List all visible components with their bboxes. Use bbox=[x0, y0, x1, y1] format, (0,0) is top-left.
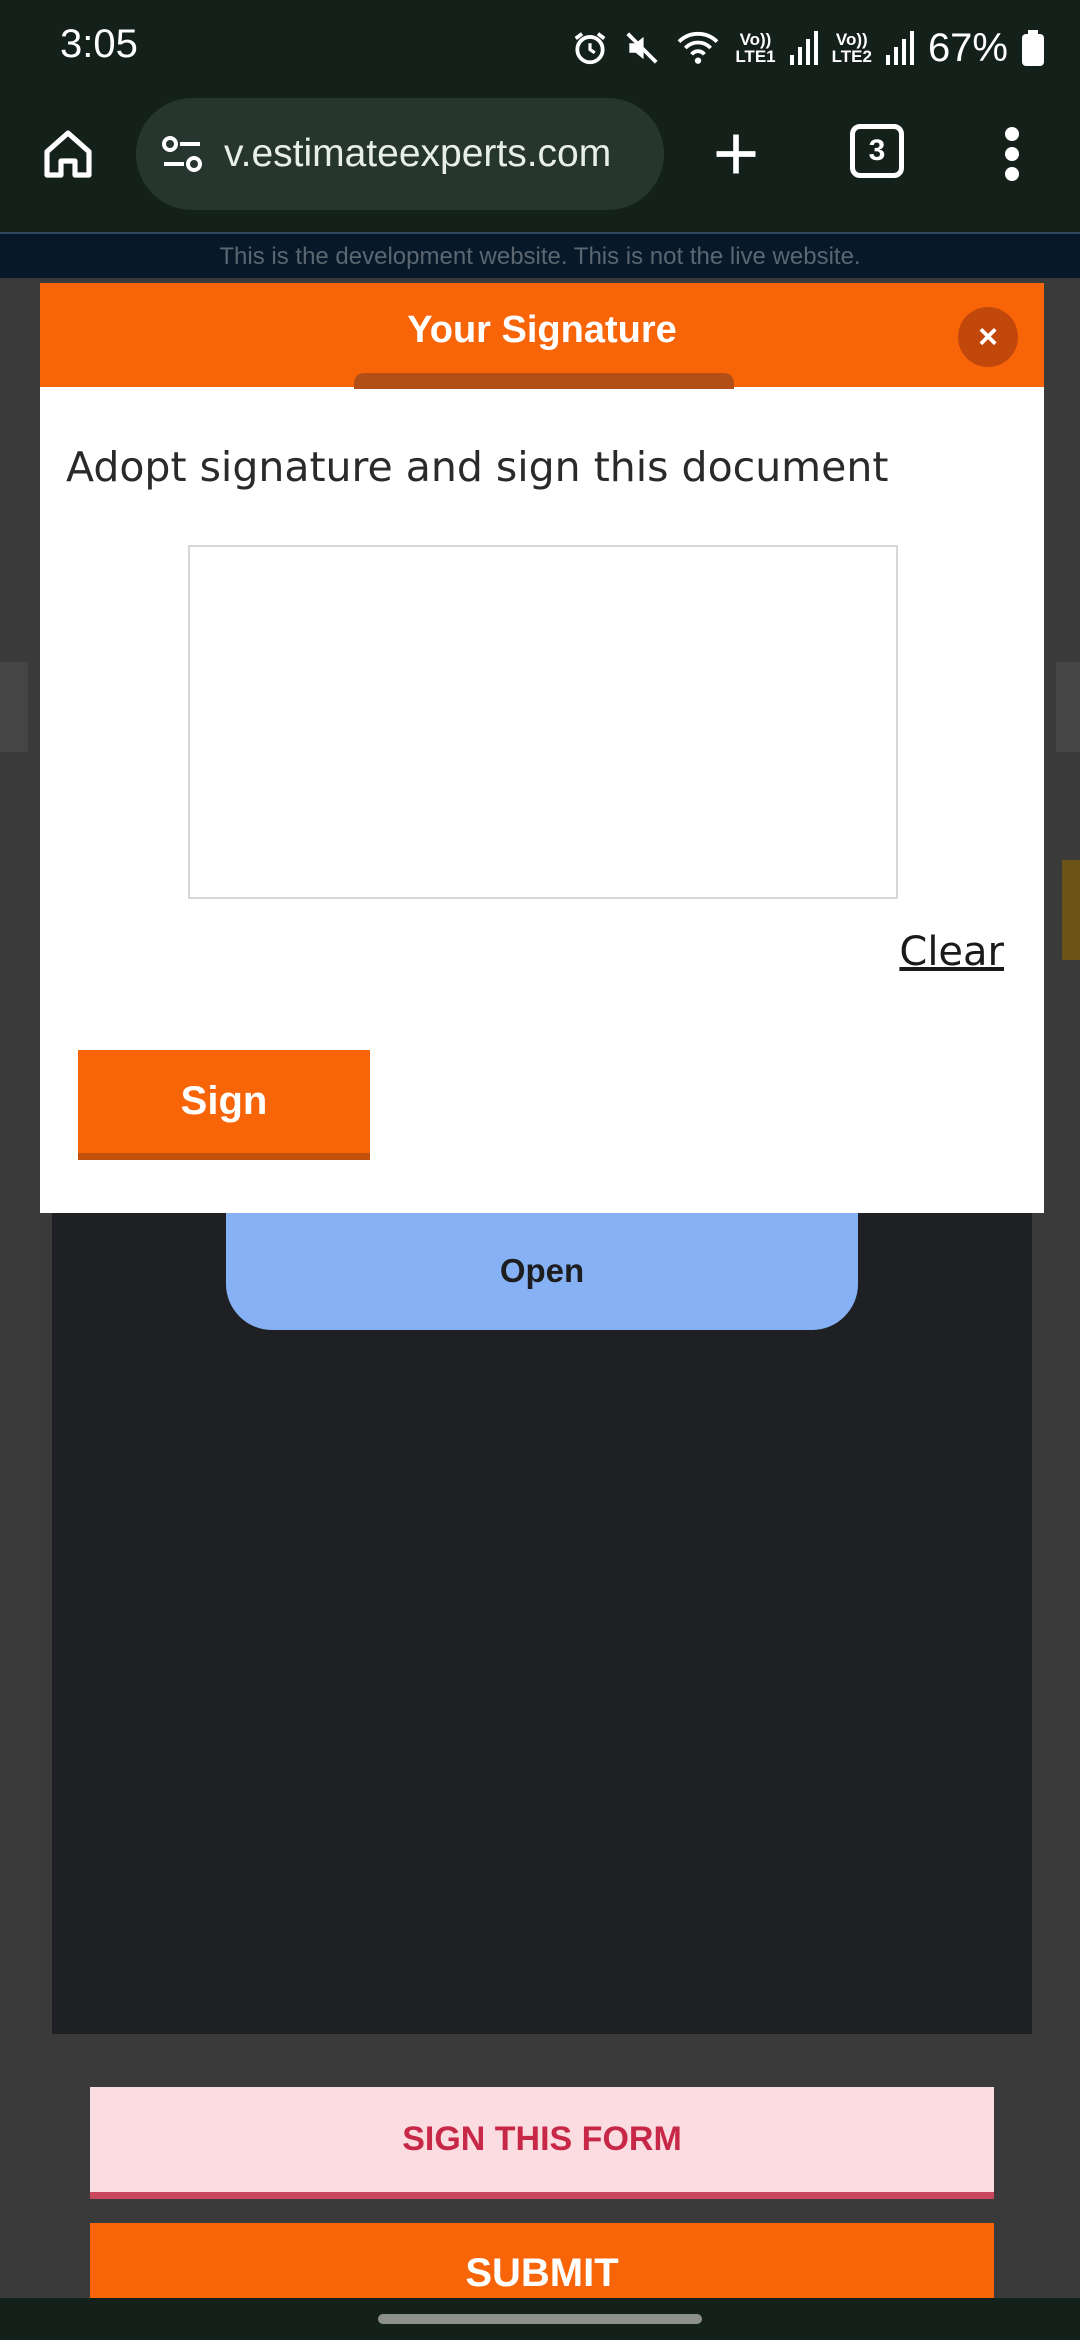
url-text: v.estimateexperts.com bbox=[224, 132, 612, 175]
status-bar: 3:05 Vo)) LTE1 Vo)) LTE2 67% bbox=[0, 0, 1080, 96]
sim1-label-top: Vo)) bbox=[739, 30, 772, 49]
modal-subtitle: Adopt signature and sign this document bbox=[66, 443, 889, 491]
close-icon[interactable]: × bbox=[958, 307, 1018, 367]
site-settings-icon[interactable] bbox=[158, 130, 206, 178]
browser-toolbar: v.estimateexperts.com 3 bbox=[0, 96, 1080, 232]
more-vert-icon bbox=[1005, 127, 1019, 181]
signature-modal: Your Signature × Adopt signature and sig… bbox=[40, 283, 1044, 1213]
tab-switcher-button[interactable]: 3 bbox=[850, 124, 904, 178]
clear-link[interactable]: Clear bbox=[899, 929, 1004, 975]
status-icons: Vo)) LTE1 Vo)) LTE2 67% bbox=[571, 22, 1044, 74]
home-icon bbox=[44, 130, 92, 178]
modal-title: Your Signature bbox=[407, 309, 677, 351]
alarm-icon bbox=[571, 29, 609, 67]
signature-pad[interactable] bbox=[188, 545, 898, 899]
signal-sim2-icon bbox=[885, 31, 914, 65]
battery-percent: 67% bbox=[927, 25, 1008, 70]
signal-sim1-icon bbox=[789, 31, 818, 65]
sign-button[interactable]: Sign bbox=[78, 1050, 370, 1160]
sim2-label-top: Vo)) bbox=[835, 30, 868, 49]
address-bar[interactable]: v.estimateexperts.com bbox=[136, 98, 664, 210]
sim2-label-bottom: LTE2 bbox=[831, 47, 872, 66]
home-button[interactable] bbox=[36, 122, 100, 186]
overflow-menu-button[interactable] bbox=[988, 118, 1036, 190]
gesture-nav-area bbox=[0, 2298, 1080, 2340]
open-button[interactable]: Open bbox=[226, 1212, 858, 1330]
modal-header-tab bbox=[354, 373, 734, 389]
page-edge-accent bbox=[1062, 860, 1080, 960]
gesture-handle[interactable] bbox=[378, 2314, 702, 2324]
sim1-label-bottom: LTE1 bbox=[735, 47, 776, 66]
page-edge-right bbox=[1056, 662, 1080, 752]
dev-banner: This is the development website. This is… bbox=[0, 232, 1080, 278]
submit-button[interactable]: SUBMIT bbox=[90, 2223, 994, 2298]
sim2-label: Vo)) LTE2 bbox=[832, 31, 872, 65]
sim1-label: Vo)) LTE1 bbox=[735, 31, 775, 65]
new-tab-button[interactable] bbox=[704, 122, 768, 186]
plus-icon bbox=[716, 134, 756, 174]
battery-icon bbox=[1022, 30, 1044, 66]
status-time: 3:05 bbox=[60, 22, 138, 66]
page-edge-left bbox=[0, 662, 28, 752]
sign-form-button[interactable]: SIGN THIS FORM bbox=[90, 2087, 994, 2199]
wifi-icon bbox=[675, 29, 721, 67]
mute-icon bbox=[623, 29, 661, 67]
document-viewer-panel: Open bbox=[52, 1212, 1032, 2034]
modal-header: Your Signature × bbox=[40, 283, 1044, 389]
